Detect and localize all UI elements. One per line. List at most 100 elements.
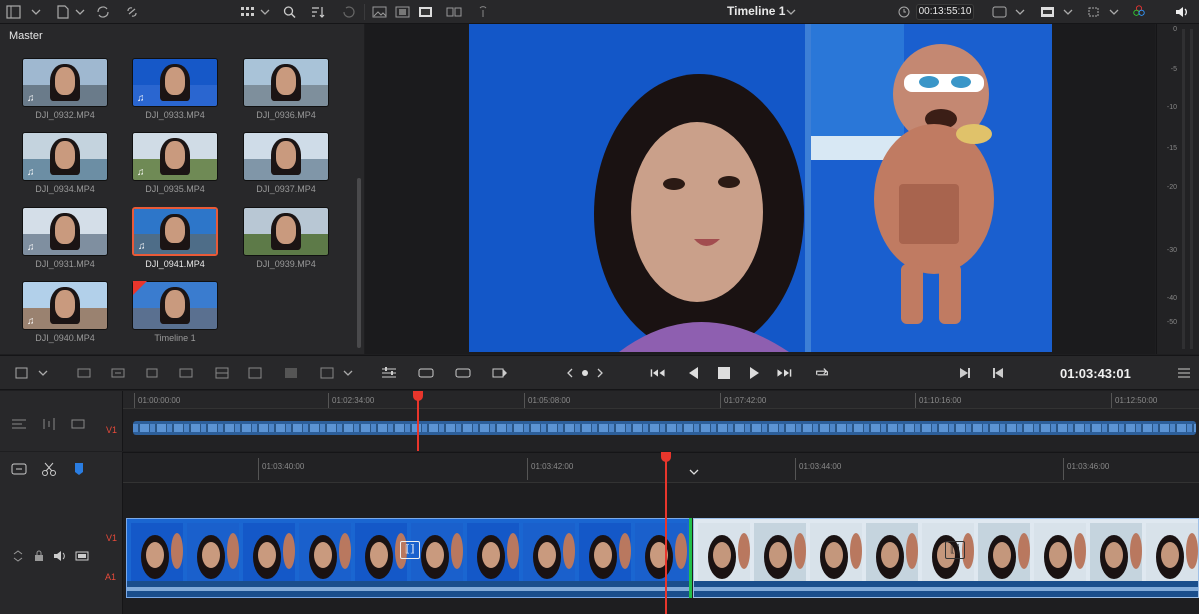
chevron-down-icon[interactable] [1012,5,1028,19]
detail-playhead[interactable] [665,458,667,614]
dot-icon[interactable] [577,366,593,380]
chevron-down-icon[interactable] [1106,5,1122,19]
sync-icon[interactable] [95,5,111,19]
media-clip-name: DJI_0937.MP4 [256,184,316,194]
media-clip-thumbnail[interactable]: ♫ [132,132,218,181]
append-icon[interactable] [319,366,335,380]
poi-icon[interactable] [418,366,434,380]
menu-icon[interactable] [1176,366,1192,380]
media-clip-thumbnail[interactable]: ♫ [22,281,108,330]
panel-toggle-icon[interactable] [6,5,22,19]
settings-sliders-icon[interactable] [381,366,397,380]
meter-scale-label: -5 [1170,66,1177,73]
overview-playhead[interactable] [417,395,419,451]
transform-icon[interactable] [1086,5,1102,19]
viewer-size-icon[interactable] [992,5,1008,19]
image-view-icon[interactable] [372,5,388,19]
snapping-icon[interactable] [11,462,27,476]
video-track-options-icon[interactable] [70,417,86,431]
chevron-down-icon[interactable] [257,5,273,19]
speaker-icon[interactable] [1174,5,1190,19]
stop-icon[interactable] [716,366,732,380]
track-video-icon[interactable] [74,549,90,563]
search-icon[interactable] [282,5,298,19]
import-media-icon[interactable] [55,5,71,19]
monitor-output-icon[interactable] [1040,5,1056,19]
track-options-icon[interactable] [11,417,27,431]
grid-view-icon[interactable] [240,5,256,19]
clip-frame-thumbnail [635,523,687,581]
media-clip-thumbnail[interactable] [243,58,329,107]
timeline-flag-icon [133,281,147,295]
media-clip-thumbnail[interactable] [243,132,329,181]
timeline-name[interactable]: Timeline 1 [727,4,785,18]
overwrite-clip-icon[interactable] [110,366,126,380]
meter-scale-label: -30 [1166,247,1177,254]
mark-in-icon[interactable] [957,366,973,380]
edit-point[interactable] [689,518,692,598]
video-track-label: V1 [106,533,118,543]
clip-view-icon[interactable] [418,5,434,19]
chevron-down-icon[interactable] [340,366,356,380]
chevron-down-icon[interactable] [783,5,799,19]
media-pool-scrollbar[interactable] [357,178,361,348]
overview-track-header: V1 [0,391,123,451]
refresh-icon[interactable] [341,5,357,19]
duration-timecode[interactable]: 00:13:55:10 [916,4,974,20]
overview-playhead-head[interactable] [413,391,423,401]
media-clip-thumbnail[interactable]: ♫ [22,58,108,107]
audio-track-label: A1 [105,572,117,582]
chevron-down-icon[interactable] [35,366,51,380]
lock-icon[interactable] [31,549,47,563]
edit-toolbar [0,355,1199,390]
ripple-overwrite-icon[interactable] [247,366,263,380]
skip-back-icon[interactable] [650,366,666,380]
razor-icon[interactable] [41,462,57,476]
media-clip-name: DJI_0934.MP4 [35,184,95,194]
media-clip-thumbnail[interactable] [243,207,329,256]
track-audio-icon[interactable] [52,549,68,563]
ruler-tick [134,393,135,408]
media-clip-thumbnail[interactable]: ♫ [22,132,108,181]
replace-clip-icon[interactable] [144,366,160,380]
chevron-left-icon[interactable] [562,366,578,380]
link-icon[interactable] [124,5,140,19]
ruler-tick [527,458,528,480]
clip-frame-thumbnail [243,523,295,581]
media-clip-thumbnail[interactable]: ♫ [132,207,218,256]
close-up-icon[interactable] [283,366,299,380]
chevron-right-icon[interactable] [592,366,608,380]
loop-icon[interactable] [814,366,830,380]
skip-forward-icon[interactable] [776,366,792,380]
insert-clip-icon[interactable] [76,366,92,380]
audio-track-options-icon[interactable] [41,417,57,431]
flag-marker-icon[interactable] [71,462,87,476]
chevron-down-icon[interactable] [72,5,88,19]
meter-scale-label: -15 [1166,145,1177,152]
meter-scale-label: -50 [1166,319,1177,326]
place-on-top-icon[interactable] [214,366,230,380]
filmstrip-view-icon[interactable] [395,5,411,19]
clip-frame-thumbnail [1034,523,1086,581]
edit-mode-icon[interactable] [14,366,30,380]
play-clip-icon[interactable] [492,366,508,380]
chevron-down-icon[interactable] [1060,5,1076,19]
mark-out-icon[interactable] [990,366,1006,380]
fit-to-fill-icon[interactable] [178,366,194,380]
poi-add-icon[interactable] [455,366,471,380]
ruler-tick [720,393,721,408]
play-icon[interactable] [746,366,762,380]
media-clip-thumbnail[interactable]: ♫ [22,207,108,256]
color-wheel-icon[interactable] [1131,4,1147,18]
dual-viewer-icon[interactable] [446,5,462,19]
current-timecode[interactable]: 01:03:43:01 [1060,366,1131,381]
media-clip-thumbnail[interactable]: ♫ [132,58,218,107]
chevron-down-icon[interactable] [28,5,44,19]
track-move-icon[interactable] [10,549,26,563]
chevron-down-icon[interactable] [686,465,702,479]
viewer-video-frame[interactable] [469,24,1052,352]
broadcast-icon[interactable] [475,5,491,19]
sort-icon[interactable] [310,5,326,19]
detail-playhead-head[interactable] [661,452,671,462]
play-reverse-icon[interactable] [686,366,702,380]
